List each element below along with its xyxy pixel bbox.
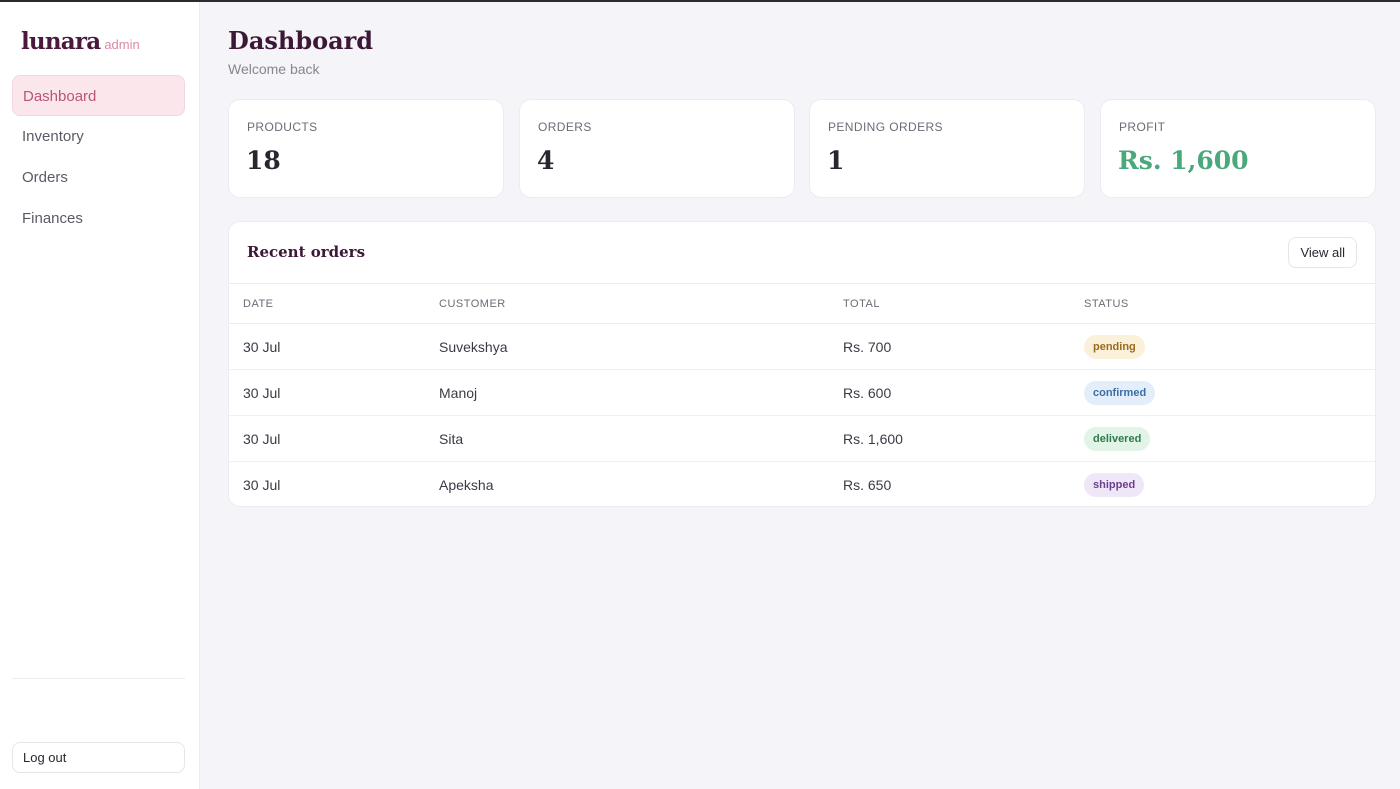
cell-customer: Suvekshya bbox=[439, 339, 508, 355]
cell-date: 30 Jul bbox=[243, 431, 281, 447]
column-header-date: DATE bbox=[243, 298, 274, 310]
cell-customer: Manoj bbox=[439, 385, 478, 401]
table-body: 30 Jul Suvekshya Rs. 700 pending 30 Jul … bbox=[229, 324, 1375, 506]
brand-tag: admin bbox=[104, 37, 140, 52]
cell-total: Rs. 600 bbox=[843, 385, 892, 401]
table-row[interactable]: 30 Jul Apeksha Rs. 650 shipped bbox=[229, 462, 1375, 506]
brand-name: lunara bbox=[21, 28, 101, 55]
stat-value: 4 bbox=[537, 146, 555, 175]
cell-date: 30 Jul bbox=[243, 339, 281, 355]
stat-card-products: PRODUCTS 18 bbox=[228, 99, 504, 198]
cell-date: 30 Jul bbox=[243, 477, 281, 493]
sidebar-divider bbox=[12, 678, 185, 679]
status-badge: shipped bbox=[1084, 473, 1145, 497]
table-header: DATE CUSTOMER TOTAL STATUS bbox=[229, 284, 1375, 324]
cell-customer: Sita bbox=[439, 431, 464, 447]
cell-date: 30 Jul bbox=[243, 385, 281, 401]
stat-card-orders: ORDERS 4 bbox=[519, 99, 795, 198]
stat-card-pending-orders: PENDING ORDERS 1 bbox=[809, 99, 1085, 198]
page-title: Dashboard bbox=[228, 26, 374, 55]
sidebar-item-orders[interactable]: Orders bbox=[12, 157, 185, 198]
status-badge: pending bbox=[1084, 335, 1145, 359]
logout-button[interactable]: Log out bbox=[12, 742, 185, 773]
cell-total: Rs. 650 bbox=[843, 477, 892, 493]
stat-label: ORDERS bbox=[538, 120, 592, 134]
column-header-customer: CUSTOMER bbox=[439, 298, 506, 310]
stat-value: 1 bbox=[827, 146, 845, 175]
cell-customer: Apeksha bbox=[439, 477, 494, 493]
stat-label: PRODUCTS bbox=[247, 120, 318, 134]
recent-orders-header: Recent orders View all bbox=[229, 222, 1375, 284]
recent-orders-card: Recent orders View all DATE CUSTOMER TOT… bbox=[228, 221, 1376, 507]
sidebar-nav: Dashboard Inventory Orders Finances bbox=[12, 75, 185, 239]
page-subtitle: Welcome back bbox=[228, 61, 320, 77]
stat-value: 18 bbox=[246, 146, 281, 175]
stat-value-profit: Rs. 1,600 bbox=[1118, 146, 1249, 175]
brand-logo[interactable]: lunara admin bbox=[21, 28, 140, 55]
stat-label: PROFIT bbox=[1119, 120, 1166, 134]
sidebar-item-dashboard[interactable]: Dashboard bbox=[12, 75, 185, 116]
view-all-button[interactable]: View all bbox=[1288, 237, 1357, 268]
table-row[interactable]: 30 Jul Manoj Rs. 600 confirmed bbox=[229, 370, 1375, 416]
cell-total: Rs. 1,600 bbox=[843, 431, 903, 447]
sidebar-item-finances[interactable]: Finances bbox=[12, 198, 185, 239]
status-badge: delivered bbox=[1084, 427, 1151, 451]
sidebar-item-inventory[interactable]: Inventory bbox=[12, 116, 185, 157]
table-row[interactable]: 30 Jul Suvekshya Rs. 700 pending bbox=[229, 324, 1375, 370]
stat-card-profit: PROFIT Rs. 1,600 bbox=[1100, 99, 1376, 198]
sidebar: lunara admin Dashboard Inventory Orders … bbox=[0, 2, 200, 789]
cell-total: Rs. 700 bbox=[843, 339, 892, 355]
table-row[interactable]: 30 Jul Sita Rs. 1,600 delivered bbox=[229, 416, 1375, 462]
recent-orders-title: Recent orders bbox=[247, 243, 366, 261]
column-header-status: STATUS bbox=[1084, 298, 1129, 310]
stat-label: PENDING ORDERS bbox=[828, 120, 943, 134]
column-header-total: TOTAL bbox=[843, 298, 880, 310]
status-badge: confirmed bbox=[1084, 381, 1156, 405]
stats-row: PRODUCTS 18 ORDERS 4 PENDING ORDERS 1 PR… bbox=[228, 99, 1376, 198]
